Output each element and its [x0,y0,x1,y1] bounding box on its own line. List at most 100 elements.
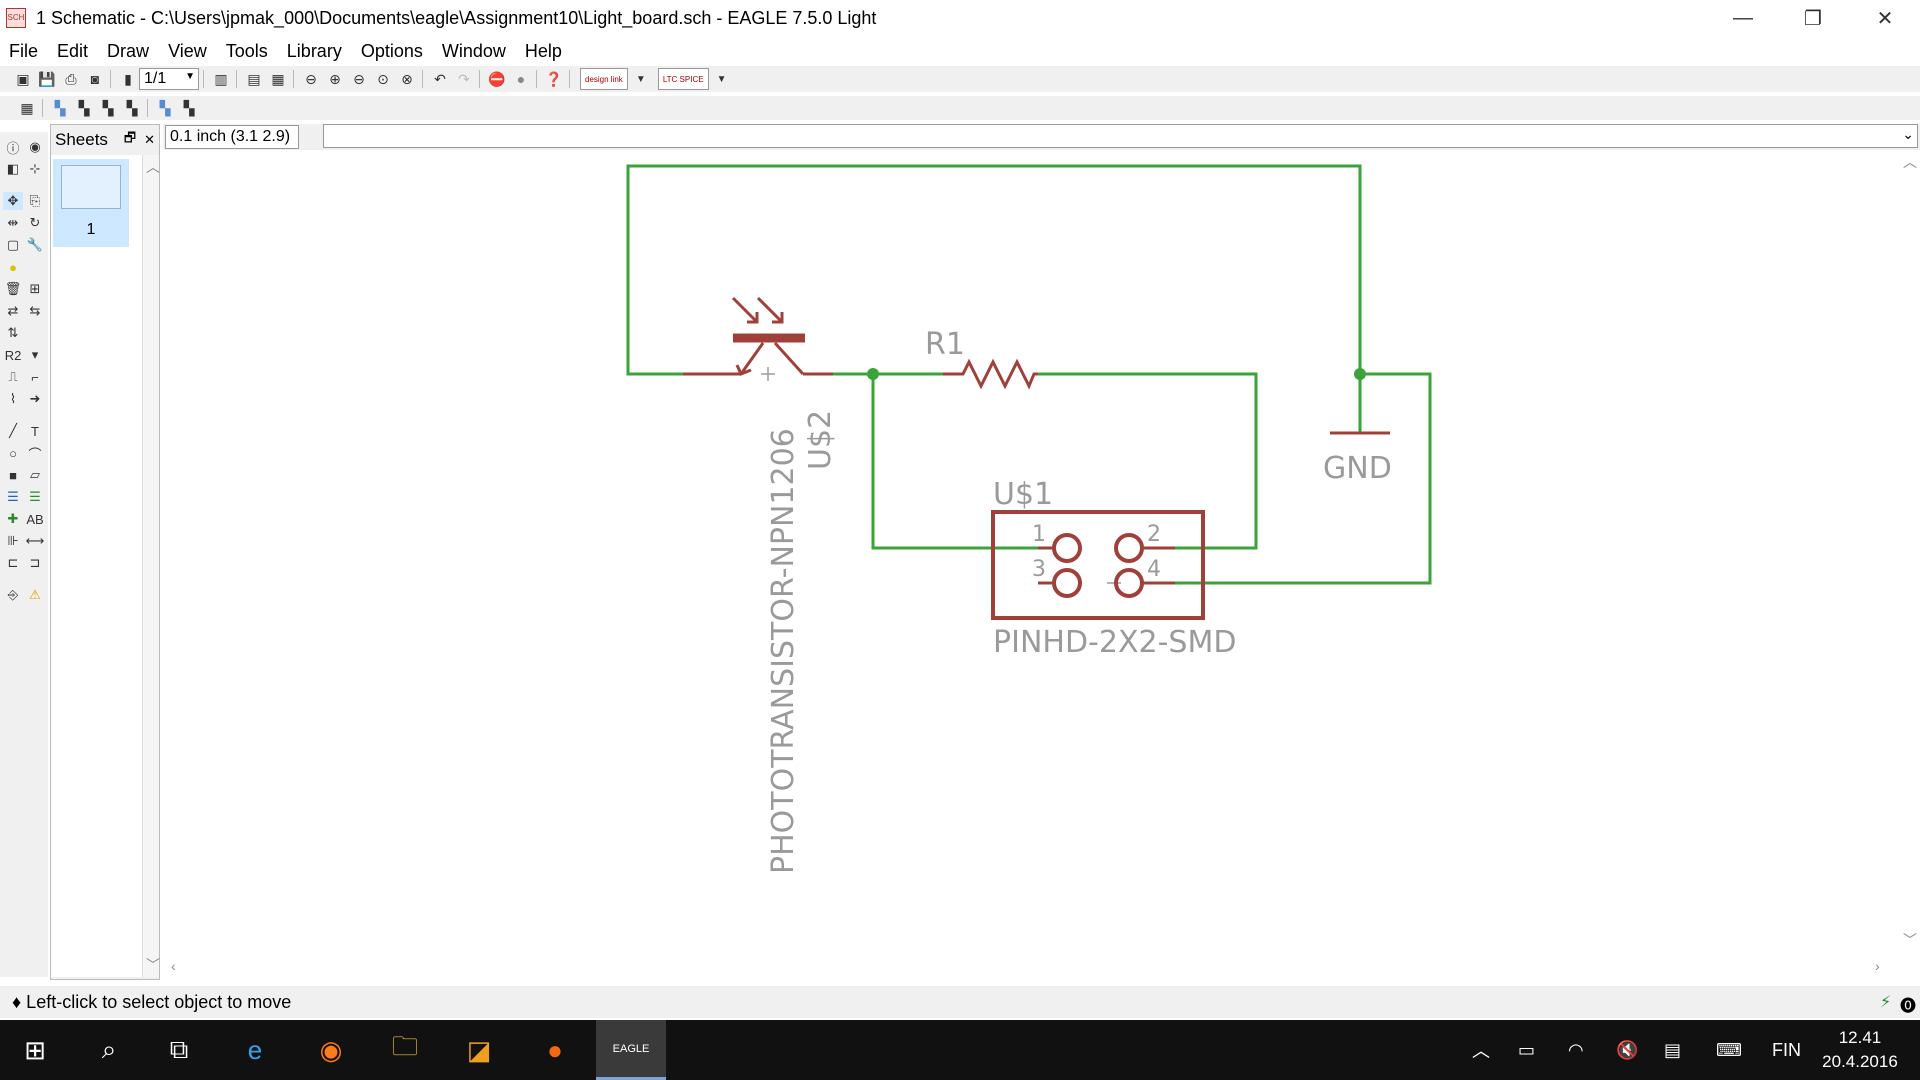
zoom-select-icon[interactable]: ⊗ [396,68,418,90]
net-node-pin1[interactable] [871,374,1038,550]
menu-view[interactable]: View [159,41,217,62]
module-icon[interactable]: ⊐ [25,554,45,572]
eagle-taskbar-icon[interactable]: EAGLE [596,1020,666,1080]
redo-icon[interactable]: ↷ [453,68,475,90]
float-icon[interactable]: 🗗 [124,129,136,151]
pinswap-icon[interactable]: ⇄ [3,302,23,320]
menu-draw[interactable]: Draw [98,41,159,62]
invoke-icon[interactable]: ➜ [25,390,45,408]
u2-label[interactable]: U$2 [803,410,838,470]
zoom-redraw-icon[interactable]: ⊙ [372,68,394,90]
paste-icon[interactable]: ● [3,258,23,276]
menu-window[interactable]: Window [433,41,516,62]
save-icon[interactable]: 💾 [36,68,58,90]
schematic-drawing[interactable]: R1 GND U$1 PINHD-2X2-SMD 1 3 2 4 U$2 PHO… [163,150,1898,956]
change-icon[interactable]: 🔧 [25,236,45,254]
sheet-select[interactable]: 1/1 ▼ [139,68,199,90]
sheet-list-scrollbar[interactable]: ︿ ﹀ [143,155,160,977]
notifications-icon[interactable]: ▤ [1664,1020,1681,1080]
delete-icon[interactable]: 🗑 [3,280,23,298]
language-indicator[interactable]: FIN [1772,1020,1801,1080]
copy-icon[interactable]: ⎘ [25,192,45,210]
keyboard-icon[interactable]: ⌨ [1716,1020,1742,1080]
text-icon[interactable]: T [25,422,45,440]
ulp-icon[interactable]: ▦ [267,68,289,90]
errors-icon[interactable]: ⚠ [25,586,45,604]
bus-icon[interactable]: ☰ [3,488,23,506]
zoom-fit-icon[interactable]: ⊖ [300,68,322,90]
script-icon[interactable]: ▥ [210,68,232,90]
close-button[interactable]: ✕ [1850,0,1920,36]
name-icon[interactable]: R2 [3,346,23,364]
designlink-button[interactable]: design link [580,68,628,90]
ltspice-button[interactable]: LTC SPICE [657,68,709,90]
scroll-up-icon[interactable]: ︿ [1903,152,1917,172]
phototransistor-symbol[interactable] [683,296,833,376]
task-view-icon[interactable]: ⧉ [144,1020,214,1080]
layout-5-icon[interactable]: ▚ [154,97,176,119]
wire-icon[interactable]: ╱ [3,422,23,440]
undo-icon[interactable]: ↶ [429,68,451,90]
cam-icon[interactable]: ◙ [84,68,106,90]
info-icon[interactable]: ⓘ [3,138,23,156]
scroll-right-icon[interactable]: › [1875,958,1880,974]
resistor-r1-symbol[interactable] [943,358,1038,390]
zoom-in-icon[interactable]: ⊕ [324,68,346,90]
mirror-icon[interactable]: ⇹ [3,214,23,232]
menu-file[interactable]: File [0,41,48,62]
dimension-icon[interactable]: ⟷ [25,532,45,550]
polygon-icon[interactable]: ▱ [25,466,45,484]
print-icon[interactable]: ⎙ [60,68,82,90]
gnd-label[interactable]: GND [1323,451,1392,486]
restore-button[interactable]: ❐ [1778,0,1848,36]
circle-icon[interactable]: ○ [3,444,23,462]
rect-icon[interactable]: ■ [3,466,23,484]
open-icon[interactable]: ▣ [12,68,34,90]
layout-2-icon[interactable]: ▚ [73,97,95,119]
display-icon[interactable]: ◧ [3,160,23,178]
chevron-down-icon[interactable]: ⌄ [1902,126,1914,143]
scroll-left-icon[interactable]: ‹ [171,958,176,974]
r1-label[interactable]: R1 [925,327,965,362]
u1-value-label[interactable]: PINHD-2X2-SMD [993,625,1236,660]
net-top-loop[interactable] [626,164,1362,376]
junction-icon[interactable]: ✚ [3,510,23,528]
layout-1-icon[interactable]: ▚ [49,97,71,119]
minimize-button[interactable]: — [1708,0,1778,36]
help-icon[interactable]: ❓ [543,68,565,90]
zoom-out-icon[interactable]: ⊖ [348,68,370,90]
u1-label[interactable]: U$1 [993,477,1053,512]
start-button[interactable]: ⊞ [0,1020,70,1080]
layout-6-icon[interactable]: ▚ [178,97,200,119]
attribute-icon[interactable]: ⊪ [3,532,23,550]
value-icon[interactable]: ▾ [25,346,45,364]
menu-edit[interactable]: Edit [48,41,98,62]
go-icon[interactable]: ● [510,68,532,90]
gateswap-icon[interactable]: ⇅ [3,324,23,342]
group-icon[interactable]: ▢ [3,236,23,254]
schematic-canvas[interactable]: R1 GND U$1 PINHD-2X2-SMD 1 3 2 4 U$2 PHO… [163,150,1898,956]
layout-4-icon[interactable]: ▚ [121,97,143,119]
file-explorer-icon[interactable]: 🗀 [370,1020,440,1080]
menu-options[interactable]: Options [352,41,433,62]
scroll-down-icon[interactable]: ﹀ [1903,930,1917,950]
menu-tools[interactable]: Tools [217,41,278,62]
miter-icon[interactable]: ⌐ [25,368,45,386]
show-hidden-icons[interactable]: ︿ [1472,1020,1490,1080]
grid-icon[interactable]: ▦ [16,97,38,119]
scroll-down-icon[interactable]: ﹀ [146,955,160,975]
search-icon[interactable]: ⌕ [74,1020,144,1080]
wifi-icon[interactable]: ◠ [1568,1020,1584,1080]
volume-muted-icon[interactable]: 🔇 [1616,1020,1638,1080]
show-icon[interactable]: ◉ [25,138,45,156]
smash-icon[interactable]: ⎍ [3,368,23,386]
erc-icon[interactable]: ⎆ [3,586,23,604]
net-icon[interactable]: ☰ [25,488,45,506]
header-u1-symbol[interactable] [991,510,1205,620]
arc-icon[interactable]: ⌒ [25,444,45,462]
layout-3-icon[interactable]: ▚ [97,97,119,119]
stop-icon[interactable]: ⛔ [486,68,508,90]
close-icon[interactable]: ✕ [144,132,155,148]
scroll-up-icon[interactable]: ︿ [146,157,160,177]
mark-icon[interactable]: ⊹ [25,160,45,178]
